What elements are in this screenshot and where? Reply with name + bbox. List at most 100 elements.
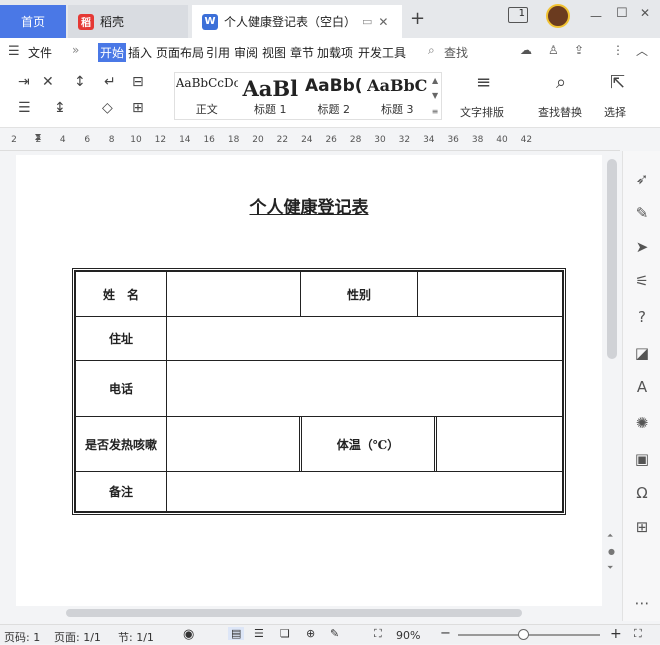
text-layout-button[interactable]: 文字排版 xyxy=(460,104,504,120)
shapes-icon[interactable]: ◪ xyxy=(632,343,652,363)
horizontal-scroll-thumb[interactable] xyxy=(66,609,522,617)
minimize-icon[interactable]: — xyxy=(590,9,602,23)
zoom-level[interactable]: 90% xyxy=(396,629,420,642)
style-heading-3[interactable]: AaBbC 标题 3 xyxy=(366,73,430,119)
palette-icon[interactable]: ✺ xyxy=(632,413,652,433)
share-user-icon[interactable]: ♙ xyxy=(548,43,559,57)
maximize-icon[interactable]: ☐ xyxy=(616,6,628,21)
close-window-icon[interactable]: ✕ xyxy=(640,6,650,20)
menu-item-developer[interactable]: 开发工具 xyxy=(358,44,406,61)
ruler-tick-label: 12 xyxy=(154,135,167,145)
zoom-slider-handle[interactable] xyxy=(518,629,529,640)
image-icon[interactable]: ▣ xyxy=(632,449,652,469)
file-menu[interactable]: 文件 xyxy=(28,44,52,61)
shading-icon[interactable]: ◇ xyxy=(102,100,113,116)
next-page-icon[interactable]: ⏷ xyxy=(607,563,613,573)
ruler-tick-label: 14 xyxy=(179,135,191,145)
page-view-icon[interactable]: ▤ xyxy=(228,627,245,640)
tab-daoke[interactable]: 稻 稻壳 xyxy=(68,5,188,38)
cloud-icon[interactable]: ☁ xyxy=(520,43,532,57)
search-icon[interactable]: ⌕ xyxy=(428,43,435,58)
close-tab-icon[interactable]: ✕ xyxy=(378,15,388,29)
chinese-layout-icon[interactable]: ✕ xyxy=(42,74,54,90)
horizontal-scrollbar[interactable] xyxy=(0,606,620,620)
input-phone[interactable] xyxy=(166,360,563,417)
line-spacing-icon[interactable]: ↨ xyxy=(54,100,66,116)
ruler-tick-label: 26 xyxy=(325,135,337,145)
window-count-badge[interactable]: 1 xyxy=(508,7,528,23)
input-gender[interactable] xyxy=(417,271,563,317)
zoom-slider[interactable] xyxy=(458,634,600,636)
outline-view-icon[interactable]: ☰ xyxy=(254,627,264,640)
writer-doc-icon: W xyxy=(202,13,218,30)
zoom-in-icon[interactable]: + xyxy=(610,626,622,642)
ruler-tick-label: 40 xyxy=(496,135,508,145)
tab-document[interactable]: W 个人健康登记表（空白） ▭ ✕ xyxy=(192,5,402,38)
select-browse-icon[interactable]: ● xyxy=(608,547,615,556)
fullscreen-icon[interactable]: ⛶ xyxy=(634,627,642,641)
label-notes: 备注 xyxy=(75,471,167,512)
tab-stops-icon[interactable]: ⊟ xyxy=(132,74,144,90)
pen-icon[interactable]: ✎ xyxy=(632,203,652,223)
write-mode-icon[interactable]: ✎ xyxy=(330,627,339,640)
hamburger-icon[interactable]: ☰ xyxy=(8,44,20,59)
find-replace-button[interactable]: 查找替换 xyxy=(538,104,582,120)
page-number[interactable]: 页码: 1 xyxy=(4,629,40,645)
menu-item-layout[interactable]: 页面布局 xyxy=(156,44,204,61)
tab-home[interactable]: 首页 xyxy=(0,5,66,38)
reading-view-icon[interactable]: ❏ xyxy=(280,627,290,640)
vertical-scroll-thumb[interactable] xyxy=(607,159,617,359)
style-normal[interactable]: AaBbCcDc 正文 xyxy=(175,73,239,119)
menu-item-references[interactable]: 引用 xyxy=(206,44,230,61)
sort-icon[interactable]: ↕ xyxy=(74,74,86,90)
indent-marker-icon[interactable]: ⧗ xyxy=(34,132,41,143)
export-icon[interactable]: ⇪ xyxy=(574,43,584,57)
vertical-scrollbar[interactable]: ⏶ ● ⏷ xyxy=(604,151,620,606)
help-icon[interactable]: ? xyxy=(632,307,652,327)
menu-item-addons[interactable]: 加载项 xyxy=(317,44,353,61)
ruler-tick-label: 10 xyxy=(130,135,142,145)
input-temperature[interactable] xyxy=(434,416,563,472)
fit-page-icon[interactable]: ⛶ xyxy=(374,627,382,641)
more-tools-icon[interactable]: ⋯ xyxy=(632,593,652,613)
text-layout-icon: ≡ xyxy=(476,72,492,93)
avatar[interactable] xyxy=(546,4,570,28)
page-count[interactable]: 页面: 1/1 xyxy=(54,629,101,645)
adjust-icon[interactable]: ⚟ xyxy=(632,271,652,291)
menu-item-review[interactable]: 审阅 xyxy=(234,44,258,61)
rocket-icon[interactable]: ➶ xyxy=(632,169,652,189)
input-address[interactable] xyxy=(166,316,563,361)
style-label: 标题 1 xyxy=(254,103,287,116)
section-count[interactable]: 节: 1/1 xyxy=(118,629,154,645)
collapse-ribbon-icon[interactable]: ︿ xyxy=(636,42,648,59)
search-input[interactable]: 查找 xyxy=(444,44,468,61)
more-icon[interactable]: ⋮ xyxy=(612,43,624,57)
web-view-icon[interactable]: ⊕ xyxy=(306,627,315,640)
input-fever-cough[interactable] xyxy=(166,416,300,472)
input-notes[interactable] xyxy=(166,471,563,512)
menu-item-insert[interactable]: 插入 xyxy=(128,44,152,61)
input-name[interactable] xyxy=(166,271,301,317)
style-heading-1[interactable]: AaBl 标题 1 xyxy=(239,73,303,119)
apps-icon[interactable]: ⊞ xyxy=(632,517,652,537)
menu-item-view[interactable]: 视图 xyxy=(262,44,286,61)
eye-protection-icon[interactable]: ◉ xyxy=(183,627,194,642)
zoom-out-icon[interactable]: − xyxy=(440,626,451,641)
style-heading-2[interactable]: AaBb(标题 2 xyxy=(302,73,366,119)
omega-icon[interactable]: Ω xyxy=(632,483,652,503)
expand-icon[interactable]: » xyxy=(72,43,79,57)
line-break-icon[interactable]: ↵ xyxy=(104,74,116,90)
align-distributed-icon[interactable]: ☰ xyxy=(18,100,31,116)
borders-icon[interactable]: ⊞ xyxy=(132,100,144,116)
pointer-icon[interactable]: ➤ xyxy=(632,237,652,257)
style-gallery-scroll[interactable]: ▲ ▼ ≡ xyxy=(429,73,441,119)
select-button[interactable]: 选择 xyxy=(604,104,626,120)
menu-item-start[interactable]: 开始 xyxy=(98,43,127,62)
menu-item-section[interactable]: 章节 xyxy=(290,44,314,61)
font-color-icon[interactable]: A xyxy=(632,377,652,397)
new-tab-icon[interactable]: + xyxy=(410,8,425,29)
document-page[interactable]: 个人健康登记表 姓 名 性别 住址 电话 是否发热咳嗽 体温（℃） 备注 xyxy=(16,155,602,607)
prev-page-icon[interactable]: ⏶ xyxy=(607,531,613,541)
pin-icon[interactable]: ▭ xyxy=(362,15,372,28)
indent-icon[interactable]: ⇥ xyxy=(18,74,30,90)
